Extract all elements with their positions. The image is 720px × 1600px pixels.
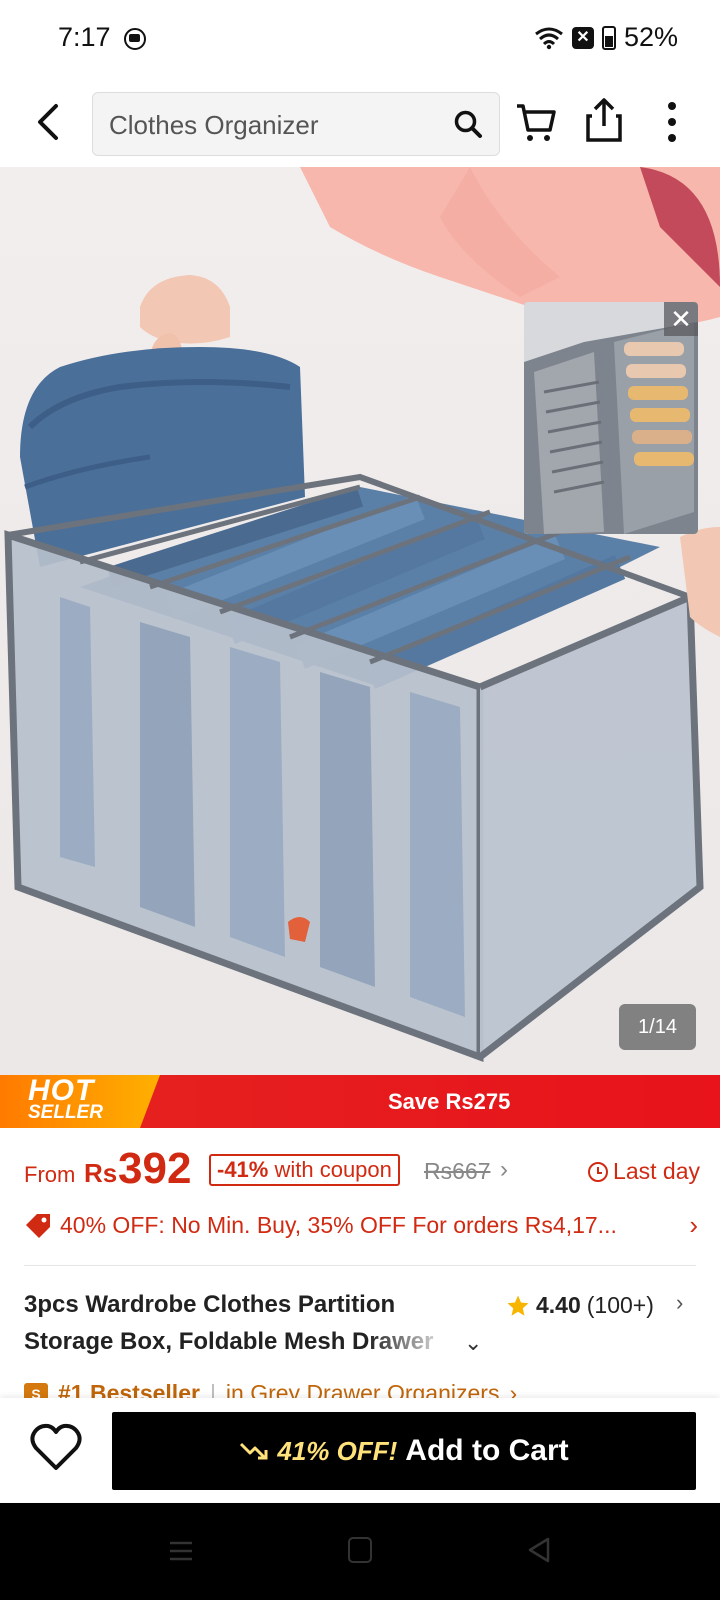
- hot-seller-badge: HOT SELLER: [0, 1075, 160, 1128]
- rating-count: (100+): [586, 1292, 654, 1318]
- rating-value: 4.40: [536, 1292, 581, 1318]
- status-indicators: ✕ 52%: [534, 22, 678, 53]
- coupon-percent: -41%: [217, 1157, 269, 1182]
- save-amount: Save Rs275: [388, 1089, 511, 1114]
- search-input[interactable]: Clothes Organizer: [92, 92, 500, 156]
- star-icon: [507, 1295, 529, 1316]
- chevron-right-icon[interactable]: ›: [676, 1290, 683, 1316]
- chevron-right-icon[interactable]: ›: [500, 1156, 508, 1184]
- status-time: 7:17: [58, 22, 111, 52]
- separator: |: [209, 1380, 216, 1400]
- price-from-label: From: [24, 1162, 76, 1187]
- offer-row[interactable]: 40% OFF: No Min. Buy, 35% OFF For orders…: [24, 1208, 700, 1244]
- status-bar: 7:17 ✕ 52%: [0, 0, 720, 80]
- chevron-right-icon[interactable]: ›: [509, 1380, 517, 1400]
- notification-x-icon: ✕: [571, 26, 594, 49]
- seller-label: SELLER: [28, 1102, 103, 1123]
- coupon-text: with coupon: [268, 1157, 392, 1182]
- coupon-badge[interactable]: -41% with coupon: [209, 1154, 400, 1186]
- bestseller-rank: #1 Bestseller: [58, 1380, 200, 1400]
- price-value: 392: [118, 1144, 192, 1193]
- original-price[interactable]: Rs667: [424, 1158, 490, 1185]
- chevron-right-icon[interactable]: ›: [689, 1210, 698, 1241]
- bestseller-category: in Grey Drawer Organizers: [225, 1380, 500, 1400]
- rating-summary[interactable]: 4.40 (100+): [506, 1292, 654, 1319]
- tag-icon: [26, 1214, 50, 1238]
- wifi-icon: [535, 27, 563, 49]
- bestseller-row[interactable]: S #1 Bestseller | in Grey Drawer Organiz…: [24, 1380, 700, 1400]
- offer-text: 40% OFF: No Min. Buy, 35% OFF For orders…: [60, 1212, 617, 1238]
- bottom-action-bar: 41% OFF! Add to Cart: [0, 1398, 720, 1502]
- nav-back-icon[interactable]: [526, 1536, 552, 1564]
- image-counter: 1/14: [619, 1004, 696, 1050]
- system-nav-bar: [0, 1503, 720, 1600]
- add-to-cart-label: Add to Cart: [405, 1434, 569, 1467]
- clock-icon: [588, 1161, 609, 1182]
- price-row: From Rs 392 -41% with coupon Rs667 › Las…: [24, 1142, 700, 1193]
- share-icon[interactable]: [584, 96, 624, 144]
- top-toolbar: Clothes Organizer: [0, 82, 720, 166]
- chevron-down-icon[interactable]: ⌄: [464, 1330, 482, 1356]
- recent-apps-icon[interactable]: [168, 1539, 194, 1563]
- more-options-icon[interactable]: [660, 98, 684, 146]
- battery-percent: 52%: [623, 22, 678, 52]
- search-query: Clothes Organizer: [109, 110, 319, 140]
- divider: [24, 1265, 696, 1266]
- last-day-label: Last day: [613, 1158, 700, 1184]
- search-icon[interactable]: [453, 109, 483, 139]
- heart-icon[interactable]: [28, 1422, 84, 1474]
- last-day-timer: Last day: [588, 1158, 700, 1185]
- product-title-line1: 3pcs Wardrobe Clothes Partition: [24, 1291, 396, 1318]
- price-currency: Rs: [84, 1158, 118, 1188]
- home-icon[interactable]: [348, 1537, 372, 1563]
- back-arrow-icon[interactable]: [28, 100, 68, 144]
- screen-record-icon: [124, 28, 146, 50]
- related-image-popup[interactable]: ✕: [524, 302, 698, 534]
- battery-icon: [601, 25, 616, 50]
- close-icon[interactable]: ✕: [664, 302, 698, 336]
- product-image-gallery[interactable]: ✕ 1/14: [0, 167, 720, 1075]
- discount-label: 41% OFF!: [277, 1435, 398, 1466]
- add-to-cart-button[interactable]: 41% OFF! Add to Cart: [112, 1412, 696, 1490]
- trend-down-icon: [240, 1442, 268, 1460]
- product-title-line2: Storage Box, Foldable Mesh Drawer: [24, 1328, 434, 1355]
- related-image-thumbnail: [524, 302, 698, 534]
- promo-banner: HOT SELLER Save Rs275: [0, 1075, 720, 1128]
- cart-icon[interactable]: [514, 100, 558, 144]
